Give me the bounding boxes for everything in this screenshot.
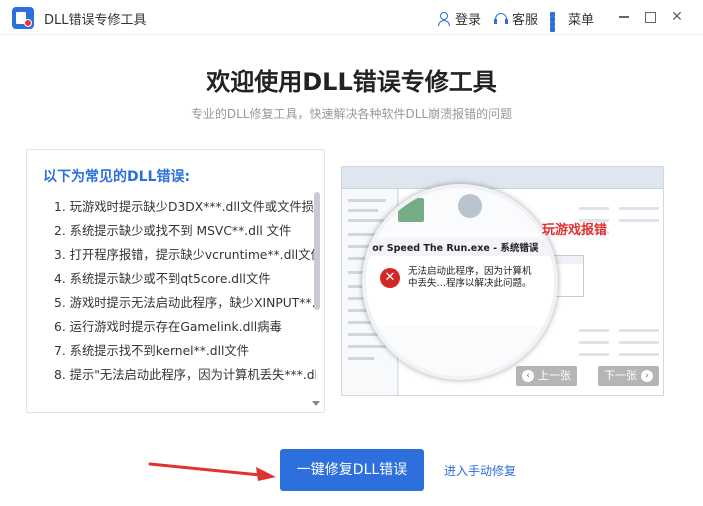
- window-title: DLL错误专修工具: [44, 13, 147, 28]
- login-label: 登录: [455, 13, 482, 28]
- menu-button[interactable]: 菜单: [550, 9, 595, 32]
- previous-label: 上一张: [538, 369, 571, 382]
- screenshot-caption: 玩游戏报错: [542, 223, 608, 238]
- list-item: 1. 玩游戏时提示缺少D3DX***.dll文件或文件损坏: [54, 200, 316, 214]
- page-title: 欢迎使用DLL错误专修工具: [206, 68, 497, 96]
- previous-button[interactable]: ‹ 上一张: [516, 366, 577, 386]
- login-button[interactable]: 登录: [437, 9, 481, 28]
- page-subtitle: 专业的DLL修复工具，快速解决各种软件DLL崩溃报错的问题: [190, 107, 513, 121]
- customer-service-label: 客服: [512, 13, 539, 28]
- next-label: 下一张: [604, 369, 637, 382]
- list-item: 4. 系统提示缺少或不到qt5core.dll文件: [54, 272, 271, 286]
- close-button[interactable]: ✕: [666, 6, 688, 28]
- panel-title: 以下为常见的DLL错误:: [43, 169, 191, 185]
- magnified-error-dialog: d For Speed The Run.exe - 系统错误 ✕ 无法启动此程序…: [362, 184, 558, 380]
- close-icon: ✕: [671, 9, 683, 25]
- scroll-down-icon[interactable]: [312, 401, 320, 406]
- scrollbar[interactable]: [314, 192, 320, 402]
- app-logo-icon: [12, 7, 34, 29]
- title-bar: DLL错误专修工具 登录 客服 菜单 ✕: [0, 0, 703, 35]
- chevron-right-icon: ›: [641, 370, 653, 382]
- error-icon: ✕: [380, 268, 400, 288]
- common-errors-panel: 以下为常见的DLL错误: 1. 玩游戏时提示缺少D3DX***.dll文件或文件…: [26, 149, 325, 413]
- dialog-title: d For Speed The Run.exe - 系统错误: [362, 243, 539, 254]
- menu-label: 菜单: [568, 13, 595, 28]
- user-icon: [437, 11, 451, 26]
- error-list: 1. 玩游戏时提示缺少D3DX***.dll文件或文件损坏 2. 系统提示缺少或…: [54, 198, 316, 390]
- list-item: 6. 运行游戏时提示存在Gamelink.dll病毒: [54, 320, 282, 334]
- headset-icon: [494, 12, 508, 26]
- customer-service-button[interactable]: 客服: [494, 9, 538, 28]
- one-click-repair-button[interactable]: 一键修复DLL错误: [280, 449, 424, 491]
- manual-repair-link[interactable]: 进入手动修复: [444, 462, 516, 479]
- scrollbar-thumb[interactable]: [314, 192, 320, 310]
- list-item: 2. 系统提示缺少或找不到 MSVC**.dll 文件: [54, 224, 292, 238]
- list-item: 8. 提示"无法启动此程序，因为计算机丢失***.dll": [54, 368, 316, 382]
- chevron-left-icon: ‹: [522, 370, 534, 382]
- maximize-button[interactable]: [639, 6, 661, 28]
- next-button[interactable]: 下一张 ›: [598, 366, 659, 386]
- dialog-message: 无法启动此程序，因为计算机中丢失…程序以解决此问题。: [408, 266, 532, 289]
- example-screenshot: d For Speed The Run.exe - 系统错误 ✕ 无法启动此程序…: [341, 166, 664, 396]
- pointer-arrow-icon: [148, 462, 276, 481]
- minimize-button[interactable]: [613, 6, 635, 28]
- list-item: 3. 打开程序报错，提示缺少vcruntime**.dll文件: [54, 248, 316, 262]
- list-item: 7. 系统提示找不到kernel**.dll文件: [54, 344, 250, 358]
- menu-icon: [550, 11, 564, 32]
- list-item: 5. 游戏时提示无法启动此程序，缺少XINPUT**.dll: [54, 296, 316, 310]
